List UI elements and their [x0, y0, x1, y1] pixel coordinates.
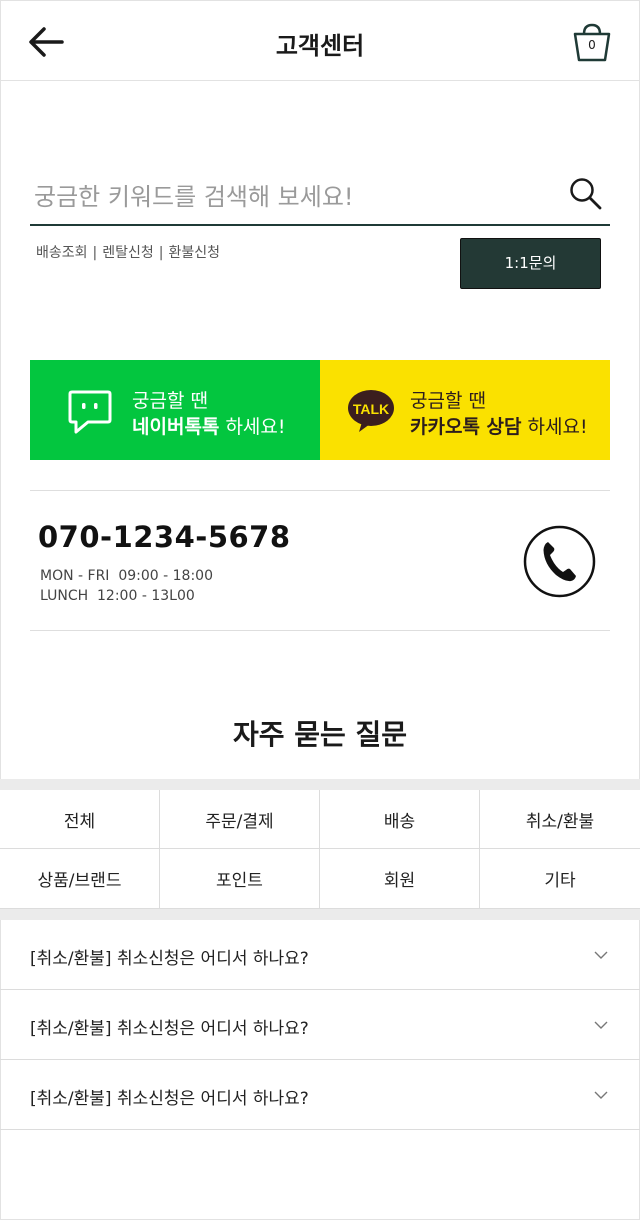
faq-item[interactable]: [취소/환불] 취소신청은 어디서 하나요? [0, 1060, 640, 1130]
naver-talk-icon [68, 390, 112, 434]
one-to-one-inquiry-button[interactable]: 1:1문의 [460, 238, 601, 289]
faq-category-all[interactable]: 전체 [0, 790, 160, 849]
quick-links: 배송조회 | 렌탈신청 | 환불신청 [36, 242, 220, 262]
phone-icon [523, 525, 596, 598]
section-band [0, 779, 640, 790]
link-separator: | [158, 245, 164, 261]
kakao-talk-banner[interactable]: TALK 궁금할 땐 카카오톡 상담 하세요! [320, 360, 610, 460]
kakao-talk-icon: TALK [348, 390, 394, 432]
quick-link-refund-request[interactable]: 환불신청 [169, 245, 221, 261]
faq-category-delivery[interactable]: 배송 [320, 790, 480, 849]
naver-banner-brand: 네이버톡톡 [132, 416, 220, 438]
page-title: 고객센터 [275, 32, 365, 60]
faq-category-product-brand[interactable]: 상품/브랜드 [0, 849, 160, 908]
chevron-down-icon [594, 1021, 608, 1029]
weekday-hours: MON - FRI 09:00 - 18:00 [40, 568, 213, 584]
naver-banner-line1: 궁금할 땐 [132, 390, 208, 412]
faq-item[interactable]: [취소/환불] 취소신청은 어디서 하나요? [0, 990, 640, 1060]
kakao-banner-brand: 카카오톡 상담 [410, 416, 522, 438]
business-hours: MON - FRI 09:00 - 18:00 LUNCH 12:00 - 13… [40, 566, 213, 606]
link-separator: | [92, 245, 98, 261]
quick-link-rental-request[interactable]: 렌탈신청 [102, 245, 154, 261]
kakao-banner-line1: 궁금할 땐 [410, 390, 486, 412]
faq-item[interactable]: [취소/환불] 취소신청은 어디서 하나요? [0, 920, 640, 990]
faq-category-member[interactable]: 회원 [320, 849, 480, 908]
faq-question: [취소/환불] 취소신청은 어디서 하나요? [30, 1019, 309, 1039]
search-bar [30, 170, 610, 226]
kakao-talk-badge: TALK [353, 401, 389, 417]
cart-button[interactable]: 0 [570, 20, 614, 64]
divider [30, 490, 610, 491]
top-header: 고객센터 0 [0, 0, 640, 81]
section-band [0, 909, 640, 920]
search-icon [570, 178, 602, 210]
quick-link-delivery-tracking[interactable]: 배송조회 [36, 245, 88, 261]
faq-category-points[interactable]: 포인트 [160, 849, 320, 908]
naver-talk-banner[interactable]: 궁금할 땐 네이버톡톡 하세요! [30, 360, 320, 460]
cart-count-badge: 0 [588, 38, 596, 52]
faq-question: [취소/환불] 취소신청은 어디서 하나요? [30, 1089, 309, 1109]
lunch-hours: LUNCH 12:00 - 13L00 [40, 588, 195, 604]
faq-category-grid: 전체 주문/결제 배송 취소/환불 상품/브랜드 포인트 회원 기타 [0, 790, 640, 909]
faq-category-cancel-refund[interactable]: 취소/환불 [480, 790, 640, 849]
chevron-down-icon [594, 951, 608, 959]
kakao-banner-suffix: 하세요! [521, 416, 588, 438]
search-input[interactable] [34, 178, 554, 216]
faq-question: [취소/환불] 취소신청은 어디서 하나요? [30, 949, 309, 969]
faq-title: 자주 묻는 질문 [232, 718, 408, 751]
divider [30, 630, 610, 631]
search-button[interactable] [568, 176, 604, 212]
chevron-down-icon [594, 1091, 608, 1099]
call-button[interactable] [523, 525, 596, 598]
naver-banner-line2: 네이버톡톡 하세요! [132, 412, 286, 439]
kakao-banner-line2: 카카오톡 상담 하세요! [410, 412, 588, 439]
faq-category-order-payment[interactable]: 주문/결제 [160, 790, 320, 849]
phone-number: 070-1234-5678 [38, 520, 291, 554]
naver-banner-suffix: 하세요! [219, 416, 286, 438]
faq-category-other[interactable]: 기타 [480, 849, 640, 908]
faq-list: [취소/환불] 취소신청은 어디서 하나요? [취소/환불] 취소신청은 어디서… [0, 920, 640, 1130]
